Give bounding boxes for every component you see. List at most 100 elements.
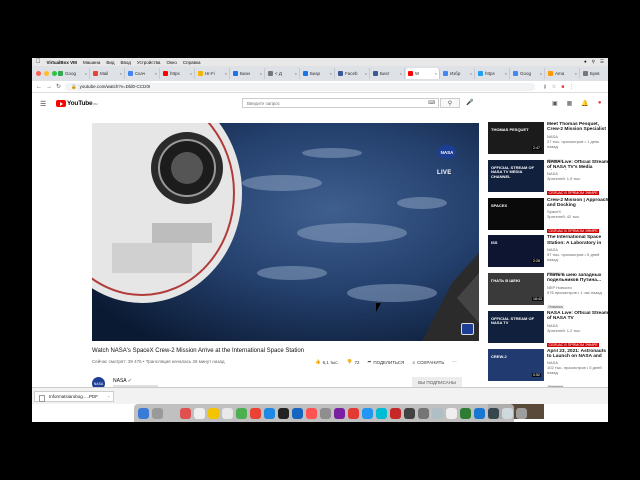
- browser-tab[interactable]: Скач ×: [126, 68, 160, 79]
- recommendation-title[interactable]: April 23, 2021: Astronauts to Launch on …: [547, 349, 608, 360]
- close-tab-icon[interactable]: ×: [155, 71, 157, 76]
- youtube-logo[interactable]: YouTube RU: [56, 100, 98, 107]
- close-tab-icon[interactable]: ×: [295, 71, 297, 76]
- apps-grid-icon[interactable]: ▦: [567, 100, 573, 107]
- browser-tab[interactable]: Бизр ×: [301, 68, 335, 79]
- close-tab-icon[interactable]: ×: [85, 71, 87, 76]
- dock-app-icon[interactable]: [362, 407, 373, 419]
- menu-item[interactable]: Вид: [106, 60, 114, 65]
- browser-tab[interactable]: https ×: [161, 68, 195, 79]
- menu-dots-icon[interactable]: ⋮: [569, 84, 574, 90]
- browser-tab[interactable]: HI-Fi ×: [196, 68, 230, 79]
- dislike-button[interactable]: 👎 72: [347, 359, 360, 365]
- microphone-icon[interactable]: 🎤: [466, 99, 473, 106]
- dock-app-icon[interactable]: [208, 407, 219, 419]
- close-tab-icon[interactable]: ×: [505, 71, 507, 76]
- recommendation-item[interactable]: OFFICIAL STREAM OF NASA TV MEDIA CHANNEL…: [488, 159, 608, 197]
- dock-app-icon[interactable]: [516, 407, 527, 419]
- forward-icon[interactable]: →: [46, 84, 52, 90]
- zoom-window-button[interactable]: [52, 71, 57, 76]
- apple-icon[interactable]: : [36, 59, 41, 65]
- dock-app-icon[interactable]: [236, 407, 247, 419]
- dock-app-icon[interactable]: [348, 407, 359, 419]
- browser-tab[interactable]: Goog ×: [511, 68, 545, 79]
- close-tab-icon[interactable]: ×: [225, 71, 227, 76]
- recommendation-item[interactable]: ГНАТЬ В ШЕЮ 18:43 Глать в шею западных под…: [488, 273, 608, 310]
- browser-tab[interactable]: Бизт ×: [371, 68, 405, 79]
- recommendation-thumbnail[interactable]: SPACEX: [488, 197, 544, 230]
- dock-app-icon[interactable]: [194, 407, 205, 419]
- dock-app-icon[interactable]: [404, 407, 415, 419]
- close-tab-icon[interactable]: ×: [400, 71, 402, 76]
- close-tab-icon[interactable]: ×: [470, 71, 472, 76]
- close-tab-icon[interactable]: ×: [120, 71, 122, 76]
- menu-item[interactable]: Машина: [83, 60, 100, 65]
- recommendation-item[interactable]: SPACEX Crew-2 Mission | Approach and Dock…: [488, 197, 608, 235]
- recommendation-thumbnail[interactable]: OFFICIAL STREAM OF NASA TV MEDIA CHANNEL: [488, 159, 544, 192]
- dock-app-icon[interactable]: [264, 407, 275, 419]
- dock-app-icon[interactable]: [320, 407, 331, 419]
- recommendation-title[interactable]: Meet Thomas Pesquet, Crew-2 Mission Spec…: [547, 122, 608, 133]
- share-button[interactable]: ➦ ПОДЕЛИТЬСЯ: [368, 359, 405, 365]
- dock-app-icon[interactable]: [460, 407, 471, 419]
- browser-tab[interactable]: Mail ×: [91, 68, 125, 79]
- video-player[interactable]: NASA LIVE: [92, 123, 479, 341]
- spotlight-icon[interactable]: ⚲: [592, 59, 595, 65]
- account-avatar[interactable]: ●: [598, 100, 602, 107]
- close-tab-icon[interactable]: ×: [435, 71, 437, 76]
- address-bar[interactable]: 🔒 youtube.com/watch?v=Dld0-CCtz0I: [65, 82, 536, 91]
- browser-tab[interactable]: Бизн ×: [231, 68, 265, 79]
- dock-app-icon[interactable]: [446, 407, 457, 419]
- dock-app-icon[interactable]: [278, 407, 289, 419]
- dock-app-icon[interactable]: [376, 407, 387, 419]
- dock-app-icon[interactable]: [334, 407, 345, 419]
- dock-app-icon[interactable]: [166, 407, 177, 419]
- notifications-bell-icon[interactable]: 🔔: [581, 100, 588, 107]
- dock-app-icon[interactable]: [306, 407, 317, 419]
- dock-app-icon[interactable]: [418, 407, 429, 419]
- recommendation-title[interactable]: Глать в шею западных подельников Путина.…: [547, 273, 608, 284]
- menu-item[interactable]: Окно: [166, 60, 176, 65]
- browser-tab[interactable]: Ama ×: [546, 68, 580, 79]
- dock-app-icon[interactable]: [502, 407, 513, 419]
- browser-tab[interactable]: Goog ×: [56, 68, 90, 79]
- recommendation-title[interactable]: NASA Live: Official Stream of NASA TV: [547, 311, 608, 322]
- chevron-up-icon[interactable]: ⌃: [107, 395, 110, 400]
- star-icon[interactable]: ☆: [552, 84, 556, 90]
- like-button[interactable]: 👍 6,1 тыс.: [315, 359, 339, 365]
- dock-app-icon[interactable]: [488, 407, 499, 419]
- close-tab-icon[interactable]: ×: [575, 71, 577, 76]
- recommendation-item[interactable]: CREW-2 0:52 April 23, 2021: Astronauts to …: [488, 348, 608, 390]
- recommendation-title[interactable]: NASA Live: Official Stream of NASA TV's …: [547, 160, 608, 171]
- key-icon[interactable]: ⚷: [543, 84, 547, 90]
- menu-item[interactable]: Ввод: [121, 60, 131, 65]
- menu-item[interactable]: Устройства: [137, 60, 161, 65]
- recommendation-title[interactable]: Crew-2 Mission | Approach and Docking: [547, 198, 608, 209]
- search-button[interactable]: ⚲: [440, 98, 460, 108]
- dock-app-icon[interactable]: [152, 407, 163, 419]
- close-tab-icon[interactable]: ×: [260, 71, 262, 76]
- dock-app-icon[interactable]: [138, 407, 149, 419]
- keyboard-icon[interactable]: ⌨: [428, 100, 435, 106]
- dock-app-icon[interactable]: [390, 407, 401, 419]
- dock-app-icon[interactable]: [250, 407, 261, 419]
- dock-app-icon[interactable]: [474, 407, 485, 419]
- browser-tab[interactable]: < Д ×: [266, 68, 300, 79]
- download-item[interactable]: Informatsiarobog.....PDF ⌃: [34, 391, 114, 402]
- back-icon[interactable]: ←: [36, 84, 42, 90]
- close-tab-icon[interactable]: ×: [330, 71, 332, 76]
- recommendation-thumbnail[interactable]: OFFICIAL STREAM OF NASA TV: [488, 310, 544, 343]
- search-input[interactable]: [242, 98, 439, 108]
- wifi-icon[interactable]: ●: [584, 59, 587, 65]
- close-tab-icon[interactable]: ×: [540, 71, 542, 76]
- menubar-app-name[interactable]: VirtualBox VM: [47, 60, 77, 65]
- browser-tab[interactable]: https ×: [476, 68, 510, 79]
- dock-app-icon[interactable]: [432, 407, 443, 419]
- browser-tab[interactable]: Faceb ×: [336, 68, 370, 79]
- close-window-button[interactable]: [36, 71, 41, 76]
- save-button[interactable]: ≡ СОХРАНИТЬ: [412, 360, 444, 365]
- reload-icon[interactable]: ↻: [56, 83, 61, 90]
- control-center-icon[interactable]: ☰: [600, 59, 604, 65]
- extension-icon[interactable]: ■: [561, 84, 564, 90]
- close-tab-icon[interactable]: ×: [365, 71, 367, 76]
